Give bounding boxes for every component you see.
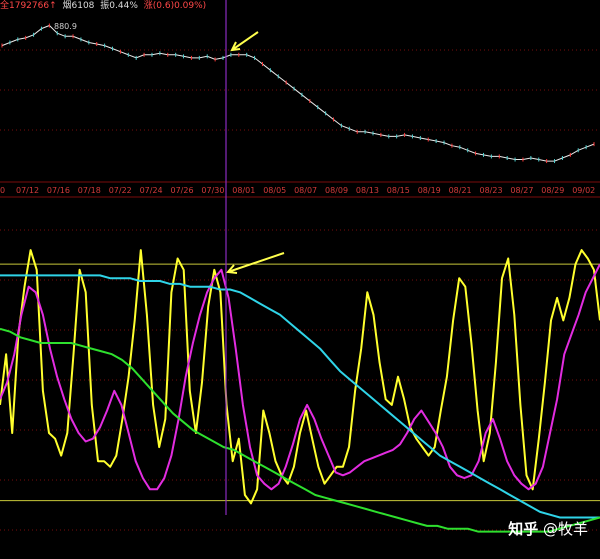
amplitude-text: 振0.44%	[100, 1, 138, 11]
kline-chart: 0 07/12 07/16 07/18 07/22 07/24 07/26 07/30 08/0…	[0, 0, 600, 533]
change-text: 涨(0.6)0.09%)	[143, 1, 207, 11]
x-tick-label: 0	[0, 186, 5, 195]
x-tick-label: 08/07	[294, 186, 317, 195]
volume-text: 全1792766↑	[0, 1, 57, 11]
x-tick-label: 09/02	[572, 186, 595, 195]
quote-header: 全1792766↑ 烟6108 振0.44% 涨(0.6)0.09%)	[0, 0, 209, 12]
x-tick-label: 08/19	[418, 186, 441, 195]
date-axis: 0 07/12 07/16 07/18 07/22 07/24 07/26 07/30 08/0…	[0, 186, 595, 195]
x-tick-label: 08/05	[263, 186, 286, 195]
x-tick-label: 07/26	[171, 186, 194, 195]
hand-text: 烟6108	[62, 1, 95, 11]
x-tick-label: 08/27	[510, 186, 533, 195]
peak-price-label: 880.9	[54, 22, 77, 31]
watermark: 知乎 @牧羊	[508, 518, 588, 539]
watermark-site: 知乎	[508, 520, 539, 538]
x-tick-label: 07/24	[140, 186, 163, 195]
x-tick-label: 08/21	[449, 186, 472, 195]
watermark-author: @牧羊	[542, 520, 588, 538]
x-tick-label: 08/09	[325, 186, 348, 195]
x-tick-label: 08/23	[480, 186, 503, 195]
x-tick-label: 07/30	[201, 186, 224, 195]
price-line	[1, 24, 595, 162]
indicator-panel	[0, 249, 600, 533]
price-panel	[1, 23, 595, 164]
x-tick-label: 08/13	[356, 186, 379, 195]
arrow-top-icon	[230, 31, 259, 52]
x-tick-label: 07/22	[109, 186, 132, 195]
x-tick-label: 07/12	[16, 186, 39, 195]
series-line-cyan	[0, 274, 600, 519]
arrow-bottom-icon	[226, 252, 285, 274]
x-tick-label: 08/15	[387, 186, 410, 195]
price-panel-grid	[0, 49, 600, 198]
x-tick-label: 07/18	[78, 186, 101, 195]
x-tick-label: 08/01	[232, 186, 255, 195]
x-tick-label: 08/29	[541, 186, 564, 195]
x-tick-label: 07/16	[47, 186, 70, 195]
